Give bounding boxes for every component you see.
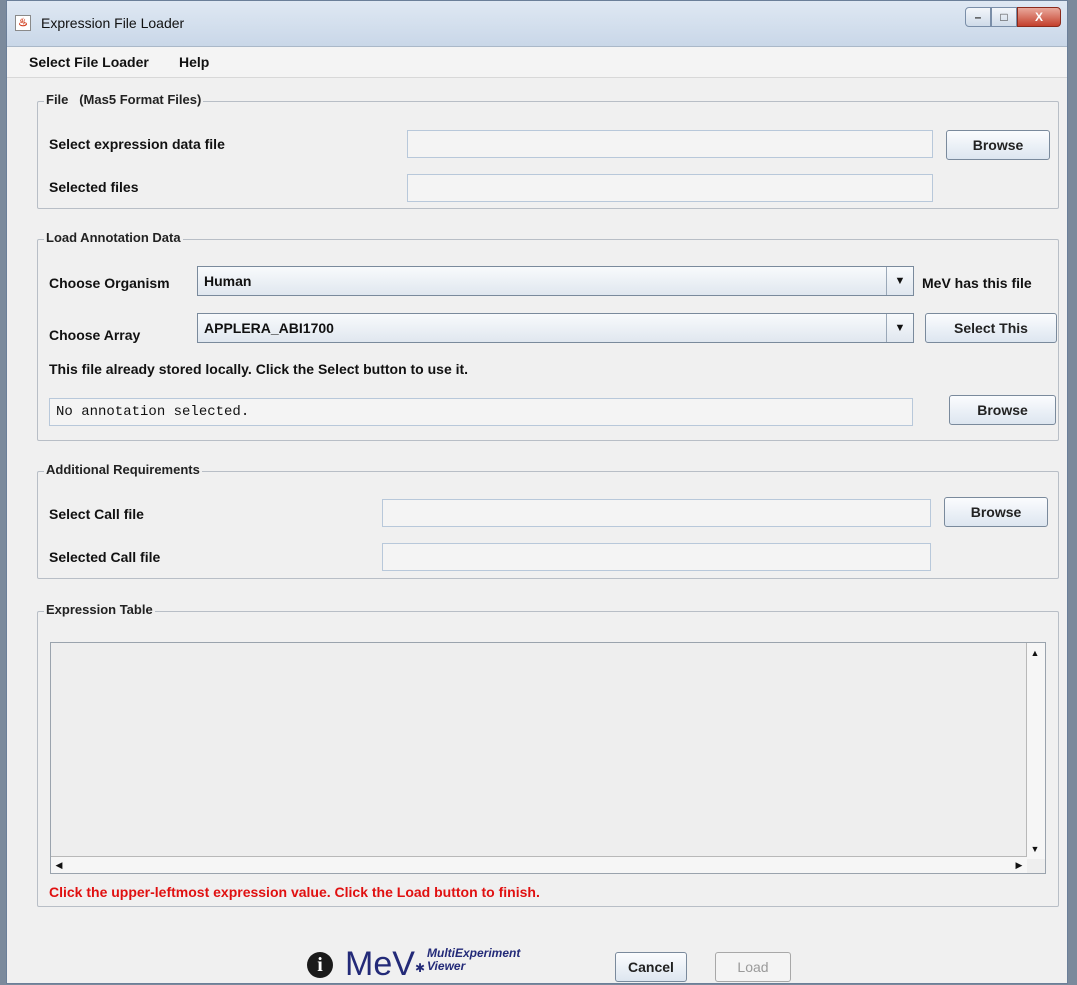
maximize-button[interactable]: □ [991, 7, 1017, 27]
horizontal-scrollbar[interactable]: ◀ ▶ [51, 856, 1027, 873]
minimize-button[interactable]: – [965, 7, 991, 27]
annotation-group-legend: Load Annotation Data [44, 230, 183, 245]
additional-group-legend: Additional Requirements [44, 462, 202, 477]
stored-message: This file already stored locally. Click … [49, 361, 469, 377]
browse-call-button[interactable]: Browse [944, 497, 1048, 527]
menu-bar: Select File Loader Help [7, 47, 1067, 78]
browse-annotation-button[interactable]: Browse [949, 395, 1056, 425]
scroll-down-icon[interactable]: ▼ [1027, 841, 1043, 857]
window-controls: – □ X [965, 7, 1061, 27]
annotation-file-field[interactable]: No annotation selected. [49, 398, 913, 426]
choose-array-label: Choose Array [49, 327, 141, 343]
additional-requirements-group: Additional Requirements Select Call file… [37, 462, 1059, 579]
selected-files-label: Selected files [49, 179, 139, 195]
close-button[interactable]: X [1017, 7, 1061, 27]
window-title: Expression File Loader [41, 15, 185, 31]
logo-subtitle-line-1: MultiExperiment [427, 946, 521, 960]
selected-files-field[interactable] [407, 174, 933, 202]
expression-table-group: Expression Table ▲ ▼ ◀ ▶ Click the upper… [37, 602, 1059, 907]
selected-call-file-field[interactable] [382, 543, 931, 571]
array-value: APPLERA_ABI1700 [204, 320, 334, 336]
select-this-button[interactable]: Select This [925, 313, 1057, 343]
organism-value: Human [204, 273, 252, 289]
title-bar[interactable]: ♨ Expression File Loader – □ X [7, 1, 1067, 47]
expression-table-hint: Click the upper-leftmost expression valu… [49, 884, 540, 900]
scroll-up-icon[interactable]: ▲ [1027, 645, 1043, 661]
mev-logo: MeV [345, 945, 415, 983]
expression-table-legend: Expression Table [44, 602, 155, 617]
chevron-down-icon[interactable]: ▼ [886, 267, 913, 295]
selected-call-file-label: Selected Call file [49, 549, 161, 565]
expression-file-loader-window: ♨ Expression File Loader – □ X Select Fi… [6, 0, 1068, 984]
file-group: File (Mas5 Format Files) Select expressi… [37, 92, 1059, 209]
info-icon[interactable]: i [307, 952, 333, 978]
menu-help[interactable]: Help [179, 54, 209, 70]
annotation-group: Load Annotation Data Choose Organism Hum… [37, 230, 1059, 441]
choose-organism-label: Choose Organism [49, 275, 170, 291]
call-file-field[interactable] [382, 499, 931, 527]
file-group-legend: File (Mas5 Format Files) [44, 92, 204, 107]
scroll-left-icon[interactable]: ◀ [51, 857, 67, 873]
vertical-scrollbar[interactable]: ▲ ▼ [1026, 643, 1045, 859]
chevron-down-icon[interactable]: ▼ [886, 314, 913, 342]
expression-table[interactable]: ▲ ▼ ◀ ▶ [50, 642, 1046, 874]
load-button[interactable]: Load [715, 952, 791, 982]
logo-subtitle-line-2: Viewer [427, 959, 466, 973]
browse-expression-button[interactable]: Browse [946, 130, 1050, 160]
mev-logo-subtitle: MultiExperiment Viewer [427, 947, 520, 973]
java-app-icon: ♨ [15, 15, 31, 31]
call-file-label: Select Call file [49, 506, 144, 522]
menu-select-file-loader[interactable]: Select File Loader [29, 54, 149, 70]
cancel-button[interactable]: Cancel [615, 952, 687, 982]
scroll-right-icon[interactable]: ▶ [1011, 857, 1027, 873]
organism-combo[interactable]: Human ▼ [197, 266, 914, 296]
expression-file-field[interactable] [407, 130, 933, 158]
logo-star-icon: ✱ [415, 961, 426, 975]
array-combo[interactable]: APPLERA_ABI1700 ▼ [197, 313, 914, 343]
expression-file-label: Select expression data file [49, 136, 225, 152]
organism-status-label: MeV has this file [922, 275, 1032, 291]
